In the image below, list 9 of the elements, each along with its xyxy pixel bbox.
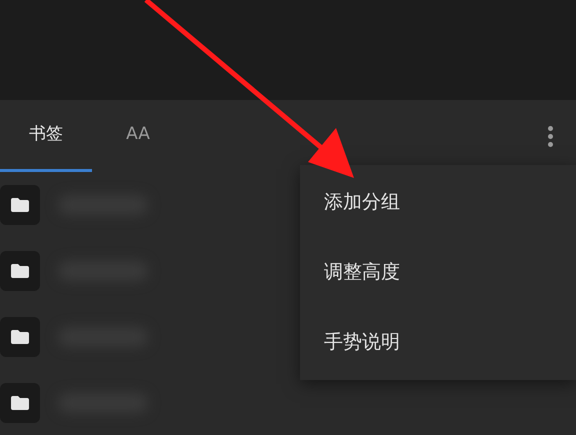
folder-icon xyxy=(11,396,29,410)
folder-icon xyxy=(11,198,29,212)
tab[interactable]: 书签 xyxy=(0,100,92,172)
tab[interactable]: AA xyxy=(92,100,184,172)
menu-item[interactable]: 手势说明 xyxy=(300,310,576,374)
folder-icon xyxy=(11,330,29,344)
menu-item[interactable]: 添加分组 xyxy=(300,170,576,234)
folder-icon xyxy=(11,264,29,278)
menu-item[interactable]: 调整高度 xyxy=(300,240,576,304)
